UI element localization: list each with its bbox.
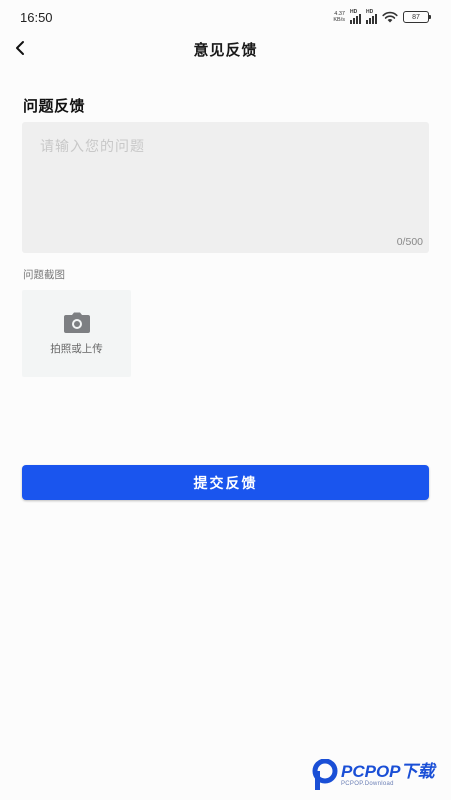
upload-image-button[interactable]: 拍照或上传 xyxy=(22,290,131,377)
signal-sim2-icon: HD xyxy=(366,9,377,24)
screenshot-label: 问题截图 xyxy=(23,269,65,281)
watermark-text: PCPOP下载 xyxy=(341,762,435,781)
status-time: 16:50 xyxy=(20,9,53,25)
battery-level: 87 xyxy=(412,13,420,21)
char-count: 0/500 xyxy=(396,236,423,248)
submit-feedback-button[interactable]: 提交反馈 xyxy=(22,465,429,500)
feedback-input[interactable] xyxy=(22,122,429,253)
feedback-section-title: 问题反馈 xyxy=(23,97,86,115)
camera-icon xyxy=(63,312,90,333)
signal-sim1-icon: HD xyxy=(350,9,361,24)
watermark-logo: PCPOP下载 PCPOP.Download xyxy=(312,759,435,791)
page-title: 意见反馈 xyxy=(193,41,258,59)
wifi-icon xyxy=(382,11,398,23)
watermark-subtext: PCPOP.Download xyxy=(341,781,394,787)
network-speed-unit: KB/s xyxy=(333,17,345,23)
status-indicators: 4.37 KB/s HD HD 87 xyxy=(333,9,431,24)
hd-label: HD xyxy=(350,9,358,15)
pcpop-logo-icon xyxy=(312,759,338,790)
nav-bar: 意见反馈 xyxy=(0,34,451,64)
upload-label: 拍照或上传 xyxy=(50,342,103,355)
status-bar: 16:50 4.37 KB/s HD HD 87 xyxy=(0,0,451,34)
feedback-input-container: 0/500 xyxy=(22,122,429,253)
battery-icon: 87 xyxy=(403,11,431,23)
network-speed: 4.37 KB/s xyxy=(333,11,345,23)
hd-label: HD xyxy=(366,9,374,15)
